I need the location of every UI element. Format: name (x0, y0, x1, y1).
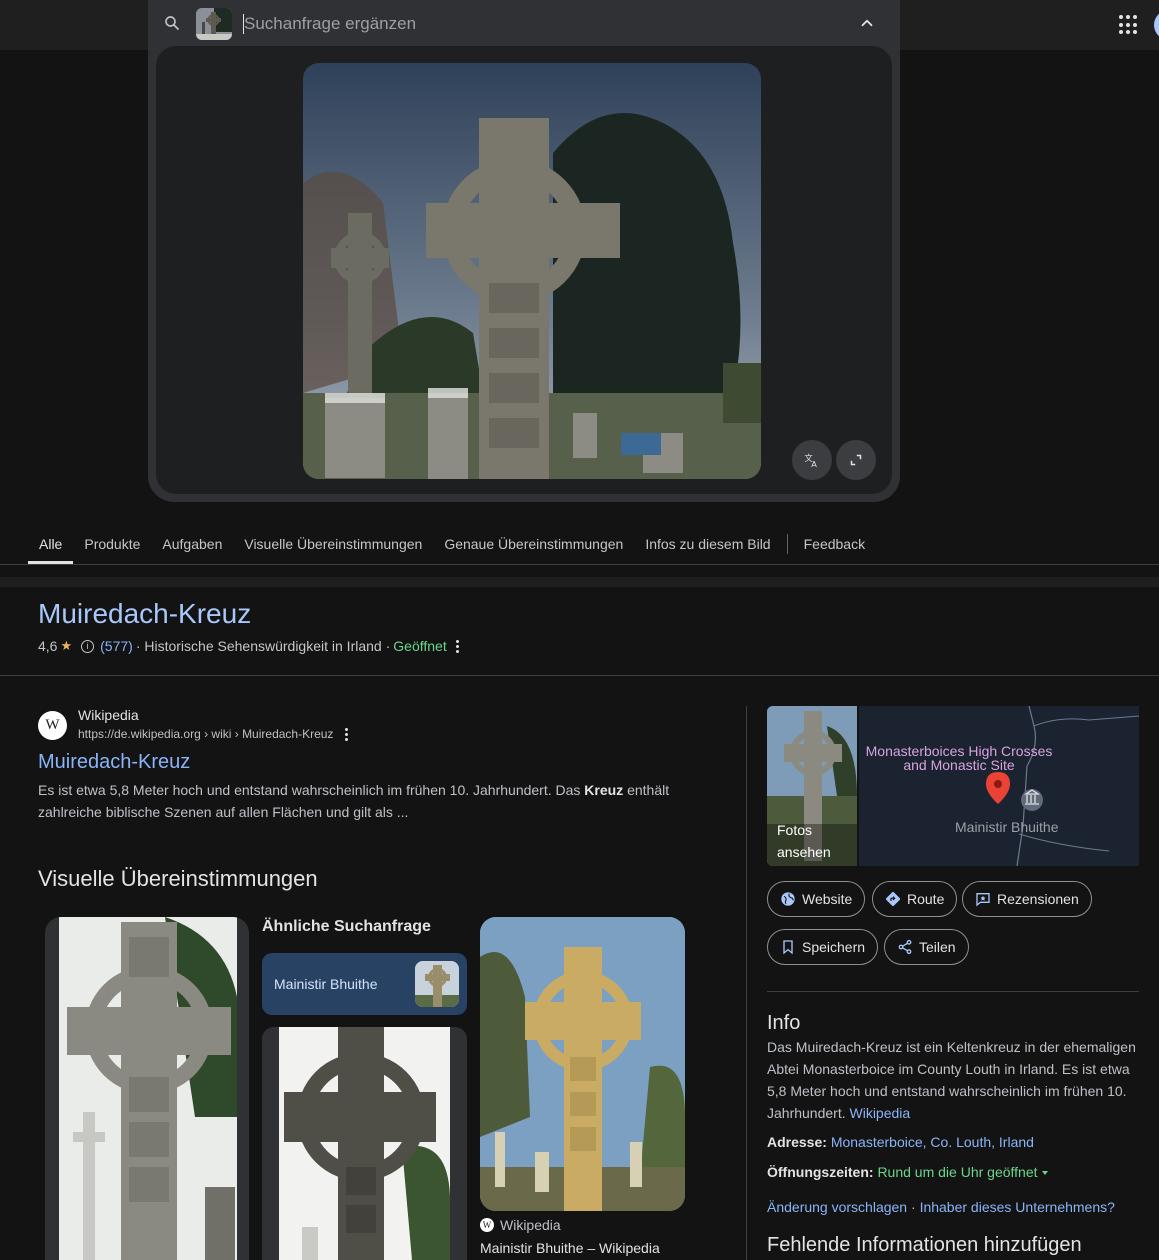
tab-all[interactable]: Alle (28, 524, 74, 564)
directions-icon (886, 892, 900, 906)
expand-button[interactable] (836, 440, 876, 480)
hours-row: Öffnungszeiten: Rund um die Uhr geöffnet (767, 1164, 1048, 1180)
visual-match-title[interactable]: Mainistir Bhuithe – Wikipedia (480, 1240, 660, 1256)
route-button[interactable]: Route (872, 881, 958, 917)
result-source-name[interactable]: Wikipedia (78, 707, 139, 723)
open-status: Geöffnet (393, 638, 447, 654)
divider (0, 675, 1159, 676)
wikipedia-logo-icon: W (480, 1218, 494, 1232)
reviews-button[interactable]: Rezensionen (962, 881, 1092, 917)
save-label: Speichern (802, 939, 866, 955)
hours-value[interactable]: Rund um die Uhr geöffnet (877, 1164, 1037, 1180)
snippet-text: Es ist etwa 5,8 Meter hoch und entstand … (38, 782, 585, 798)
lens-image-frame: 文A (156, 46, 892, 494)
share-label: Teilen (919, 939, 956, 955)
result-url-text: https://de.wikipedia.org › wiki › Muired… (78, 727, 334, 741)
result-title-link[interactable]: Muiredach-Kreuz (38, 751, 190, 774)
translate-button[interactable]: 文A (792, 440, 832, 480)
review-count-link[interactable]: (577) (100, 638, 133, 654)
search-bar (148, 0, 900, 46)
visual-match-card[interactable] (262, 1027, 467, 1260)
similar-search-chip[interactable]: Mainistir Bhuithe (262, 953, 467, 1015)
section-band (0, 577, 1159, 587)
apps-grid-icon[interactable] (1119, 15, 1139, 35)
tab-exact-matches[interactable]: Genaue Übereinstimmungen (433, 524, 634, 564)
tab-divider (786, 534, 788, 554)
tab-feedback[interactable]: Feedback (793, 524, 876, 564)
add-missing-info-heading: Fehlende Informationen hinzufügen (767, 1234, 1082, 1256)
more-options-icon[interactable] (455, 639, 459, 653)
bookmark-icon (783, 940, 793, 955)
snippet-highlight: Kreuz (584, 782, 624, 798)
location-map[interactable]: Monasterboices High Crosses and Monastic… (859, 706, 1139, 866)
star-icon: ★ (60, 638, 73, 653)
svg-text:A: A (811, 459, 817, 469)
globe-icon (781, 892, 795, 906)
similar-search-thumbnail (415, 961, 459, 1007)
column-divider (746, 706, 747, 1260)
tab-tasks[interactable]: Aufgaben (151, 524, 233, 564)
info-description: Das Muiredach-Kreuz ist ein Keltenkreuz … (767, 1036, 1139, 1124)
save-button[interactable]: Speichern (767, 929, 879, 965)
reviews-label: Rezensionen (997, 891, 1079, 907)
result-url[interactable]: https://de.wikipedia.org › wiki › Muired… (78, 727, 349, 741)
search-icon[interactable] (163, 14, 181, 32)
result-tabs: Alle Produkte Aufgaben Visuelle Übereins… (28, 524, 876, 564)
tab-products[interactable]: Produkte (73, 524, 151, 564)
visual-match-source-name: Wikipedia (500, 1217, 561, 1233)
address-row: Adresse: Monasterboice, Co. Louth, Irlan… (767, 1134, 1034, 1150)
translate-icon: 文A (805, 453, 818, 469)
entity-title[interactable]: Muiredach-Kreuz (38, 598, 251, 630)
uploaded-cross-image[interactable] (303, 63, 761, 479)
review-icon (976, 893, 990, 907)
search-input[interactable] (244, 10, 804, 38)
tab-visual-matches[interactable]: Visuelle Übereinstimmungen (233, 524, 433, 564)
entity-subtitle: 4,6 ★ i (577) · Historische Sehenswürdig… (38, 638, 459, 654)
query-image-thumbnail[interactable] (196, 8, 232, 40)
rating-value: 4,6 (38, 638, 58, 654)
visual-match-card[interactable] (45, 917, 249, 1260)
info-description-text: Das Muiredach-Kreuz ist ein Keltenkreuz … (767, 1039, 1136, 1121)
divider (0, 564, 1159, 565)
photos-thumbnail[interactable]: Fotos ansehen (767, 706, 857, 866)
website-label: Website (802, 891, 853, 907)
result-more-icon[interactable] (345, 727, 349, 741)
visual-matches-heading: Visuelle Übereinstimmungen (38, 866, 318, 891)
entity-category: · Historische Sehenswürdigkeit in Irland… (135, 638, 391, 654)
suggest-edit-link[interactable]: Änderung vorschlagen (767, 1199, 907, 1215)
caret-down-icon[interactable] (1041, 1171, 1048, 1176)
separator-dot: · (911, 1199, 916, 1215)
lens-search-panel: 文A (148, 0, 900, 502)
route-label: Route (907, 891, 945, 907)
info-source-link[interactable]: Wikipedia (850, 1105, 911, 1121)
result-snippet: Es ist etwa 5,8 Meter hoch und entstand … (38, 779, 698, 823)
visual-match-card[interactable] (480, 917, 685, 1211)
wikipedia-logo-icon: W (38, 711, 67, 740)
similar-search-label: Ähnliche Suchanfrage (262, 918, 431, 935)
map-town-label: Mainistir Bhuithe (955, 819, 1059, 835)
visual-match-source[interactable]: W Wikipedia (480, 1217, 561, 1233)
address-link[interactable]: Monasterboice, Co. Louth, Irland (831, 1134, 1034, 1150)
share-icon (898, 939, 912, 955)
photos-label: Fotos ansehen (777, 822, 831, 860)
share-button[interactable]: Teilen (884, 929, 969, 965)
info-heading: Info (767, 1012, 801, 1034)
expand-icon (850, 454, 862, 466)
chevron-up-icon[interactable] (858, 14, 876, 32)
address-label: Adresse: (767, 1134, 827, 1150)
edit-links-row: Änderung vorschlagen · Inhaber dieses Un… (767, 1199, 1115, 1215)
divider (767, 991, 1139, 992)
similar-search-chip-label: Mainistir Bhuithe (274, 976, 378, 992)
website-button[interactable]: Website (767, 881, 866, 917)
info-icon[interactable]: i (81, 639, 95, 653)
tab-about-image[interactable]: Infos zu diesem Bild (634, 524, 781, 564)
map-site-label: Monasterboices High Crosses and Monastic… (865, 743, 1053, 773)
owner-link[interactable]: Inhaber dieses Unternehmens? (920, 1199, 1115, 1215)
hours-label: Öffnungszeiten: (767, 1164, 874, 1180)
